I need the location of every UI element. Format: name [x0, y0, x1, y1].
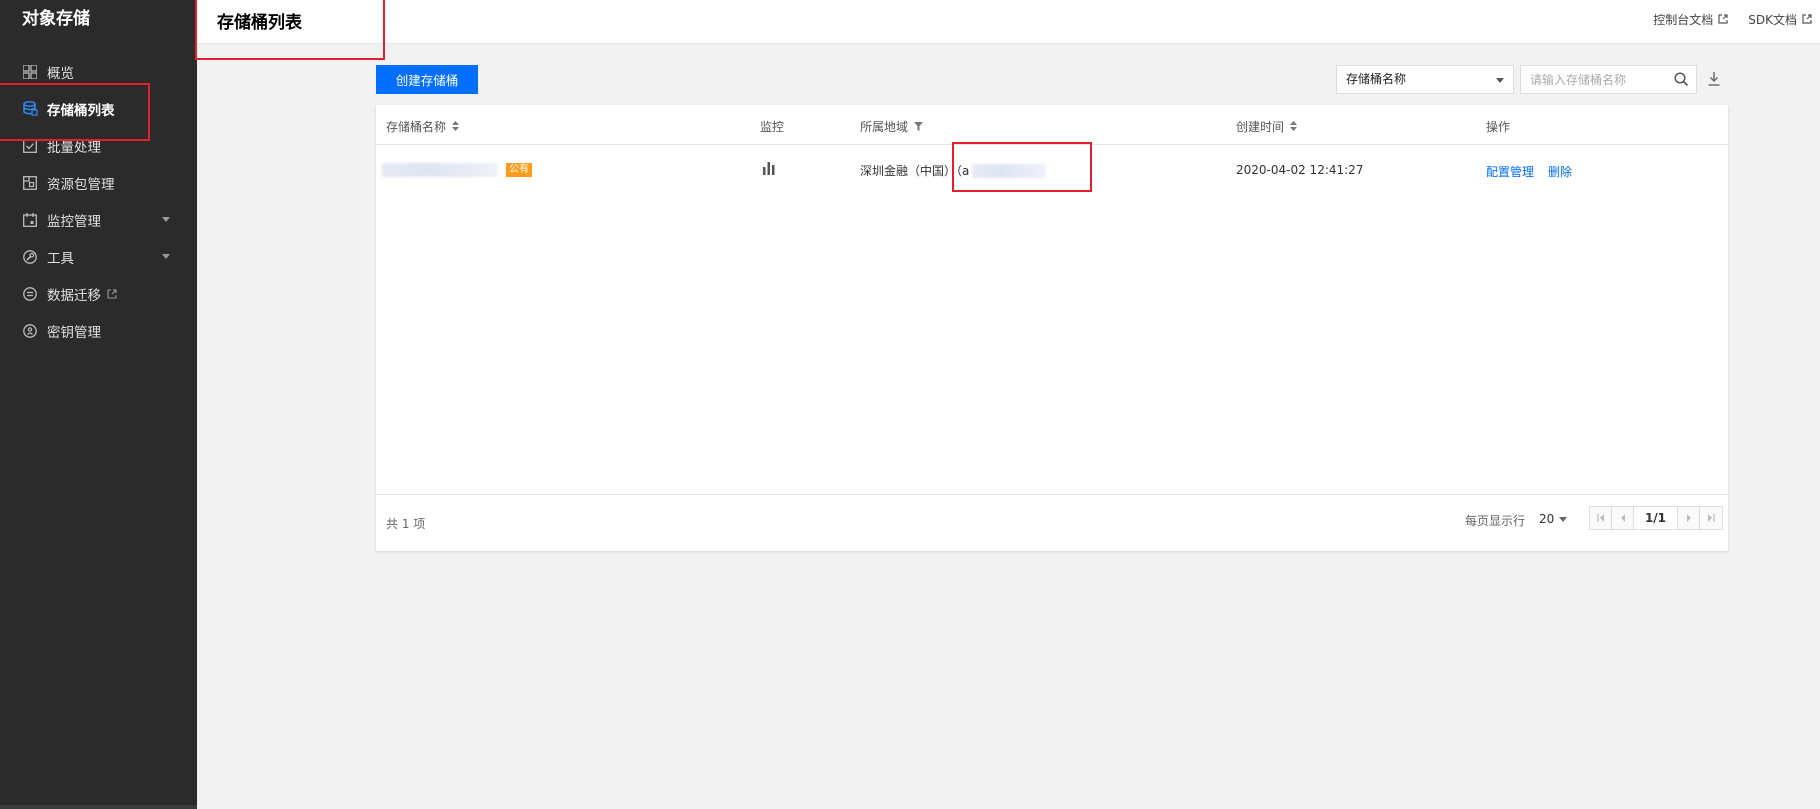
sdk-docs-link[interactable]: SDK文档	[1748, 11, 1812, 28]
filter-field-select[interactable]: 存储桶名称	[1336, 65, 1514, 94]
bucket-table: 存储桶名称 监控 所属地域 创建时间 操作 公有 深圳金融（中国）（a 2020…	[376, 105, 1728, 551]
external-link-icon	[1718, 13, 1728, 27]
column-label: 存储桶名称	[386, 120, 447, 134]
prev-page-icon	[1620, 514, 1625, 522]
per-page-select[interactable]: 20	[1539, 512, 1568, 526]
sidebar-item-bucket-list[interactable]: 存储桶列表	[0, 90, 197, 127]
sidebar-item-overview[interactable]: 概览	[0, 53, 197, 90]
table-footer: 共 1 项 每页显示行 20 1/1	[376, 494, 1728, 551]
column-label: 所属地域	[860, 120, 909, 134]
actions-cell: 配置管理 删除	[1486, 163, 1586, 180]
page-indicator: 1/1	[1634, 507, 1678, 529]
sidebar-item-label: 批量处理	[47, 139, 101, 156]
external-link-icon	[107, 288, 117, 299]
filter-field-value: 存储桶名称	[1346, 72, 1407, 86]
public-badge: 公有	[506, 163, 532, 177]
sidebar-item-monitoring[interactable]: 监控管理	[0, 201, 197, 238]
key-icon	[22, 323, 38, 339]
page-title: 存储桶列表	[217, 13, 302, 33]
search-input[interactable]	[1521, 66, 1666, 93]
created-time-cell: 2020-04-02 12:41:27	[1236, 163, 1364, 177]
chevron-down-icon	[1559, 516, 1568, 522]
prev-page-button[interactable]	[1612, 507, 1634, 529]
column-header-created[interactable]: 创建时间	[1236, 118, 1298, 135]
search-icon[interactable]	[1674, 72, 1689, 91]
checkbox-icon	[22, 138, 38, 154]
per-page-value: 20	[1539, 512, 1555, 526]
calendar-icon	[22, 212, 38, 228]
sidebar-item-label: 工具	[47, 250, 74, 267]
sidebar-item-label: 监控管理	[47, 213, 101, 230]
sidebar-item-label: 密钥管理	[47, 324, 101, 341]
column-header-actions: 操作	[1486, 118, 1510, 135]
sidebar-item-key-management[interactable]: 密钥管理	[0, 312, 197, 349]
sidebar-item-data-migration[interactable]: 数据迁移	[0, 275, 197, 312]
sidebar-nav: 概览 存储桶列表 批量处理 资源包管理 监控管理 工具 数据迁移 密钥管理	[0, 53, 197, 349]
sort-icon	[1290, 120, 1298, 134]
total-count: 共 1 项	[386, 517, 426, 531]
region-text: 深圳金融（中国）（a	[860, 164, 970, 178]
column-header-name[interactable]: 存储桶名称	[386, 118, 460, 135]
last-page-icon	[1708, 514, 1715, 522]
sidebar-item-tools[interactable]: 工具	[0, 238, 197, 275]
configure-link[interactable]: 配置管理	[1486, 163, 1534, 180]
header-links: 控制台文档 SDK文档	[1653, 11, 1812, 28]
chevron-down-icon	[162, 254, 170, 259]
package-icon	[22, 175, 38, 191]
last-page-button[interactable]	[1700, 507, 1722, 529]
sidebar-item-batch[interactable]: 批量处理	[0, 127, 197, 164]
table-row: 公有 深圳金融（中国）（a 2020-04-02 12:41:27 配置管理 删…	[376, 145, 1728, 195]
column-label: 创建时间	[1236, 120, 1285, 134]
create-bucket-button[interactable]: 创建存储桶	[376, 65, 478, 94]
external-link-icon	[1802, 13, 1812, 27]
chevron-down-icon	[162, 217, 170, 222]
console-docs-label: 控制台文档	[1653, 13, 1714, 27]
search-box	[1520, 65, 1697, 94]
next-page-icon	[1686, 514, 1691, 522]
download-icon[interactable]	[1707, 71, 1721, 91]
chevron-down-icon	[1496, 78, 1504, 83]
column-label: 监控	[760, 120, 785, 134]
column-header-monitor: 监控	[760, 118, 784, 135]
sidebar-item-label: 概览	[47, 65, 74, 82]
bucket-name-cell[interactable]: 公有	[382, 163, 532, 177]
first-page-button[interactable]	[1590, 507, 1612, 529]
console-docs-link[interactable]: 控制台文档	[1653, 11, 1728, 28]
table-header: 存储桶名称 监控 所属地域 创建时间 操作	[376, 105, 1728, 145]
first-page-icon	[1596, 514, 1604, 522]
database-icon	[22, 101, 38, 117]
sidebar-footer-strip	[0, 805, 197, 809]
monitor-chart-icon[interactable]	[762, 161, 776, 175]
filter-icon[interactable]	[914, 120, 924, 134]
sidebar-item-label: 存储桶列表	[47, 102, 115, 119]
per-page-label: 每页显示行	[1465, 514, 1526, 528]
sdk-docs-label: SDK文档	[1748, 13, 1797, 27]
sidebar-item-label: 数据迁移	[47, 287, 101, 304]
top-header: 存储桶列表 控制台文档 SDK文档	[197, 0, 1820, 44]
bucket-name-redacted	[382, 163, 498, 177]
next-page-button[interactable]	[1678, 507, 1700, 529]
sidebar-item-resource-package[interactable]: 资源包管理	[0, 164, 197, 201]
sidebar-item-label: 资源包管理	[47, 176, 115, 193]
sort-icon	[452, 120, 460, 134]
tool-icon	[22, 249, 38, 265]
delete-link[interactable]: 删除	[1548, 163, 1572, 180]
column-header-region[interactable]: 所属地域	[860, 118, 924, 135]
column-label: 操作	[1486, 120, 1511, 134]
migrate-icon	[22, 286, 38, 302]
sidebar-title: 对象存储	[22, 9, 90, 29]
grid-icon	[22, 64, 38, 80]
sidebar: 对象存储 概览 存储桶列表 批量处理 资源包管理 监控管理 工具 数据迁移 密钥…	[0, 0, 197, 809]
region-cell: 深圳金融（中国）（a	[860, 162, 1047, 179]
pagination: 1/1	[1589, 506, 1723, 530]
region-redacted	[972, 163, 1047, 178]
